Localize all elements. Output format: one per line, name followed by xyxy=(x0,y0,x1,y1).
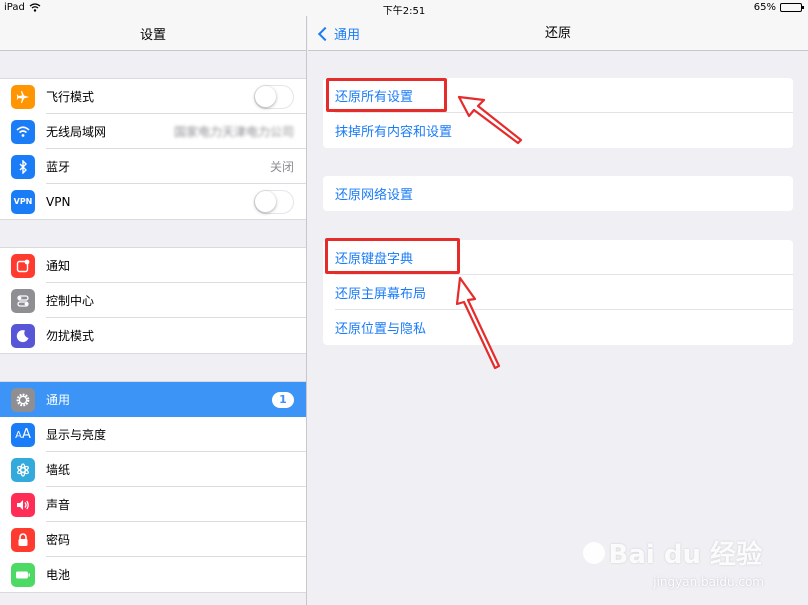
reset-option-label: 抹掉所有内容和设置 xyxy=(335,125,453,140)
sidebar-item-notification[interactable]: 通知 xyxy=(0,248,306,283)
toggle-switch[interactable] xyxy=(254,189,294,214)
sidebar-item-label: 墙纸 xyxy=(46,463,71,477)
control-center-icon xyxy=(11,288,35,313)
sidebar-item-moon[interactable]: 勿扰模式 xyxy=(0,318,306,353)
nav-bar: 通用 还原 xyxy=(308,16,808,51)
battery-percent: 65% xyxy=(753,2,776,13)
reset-option[interactable]: 抹掉所有内容和设置 xyxy=(323,113,793,148)
sidebar-item-label: 通用 xyxy=(46,393,71,407)
sidebar-item-label: 显示与亮度 xyxy=(46,428,107,442)
highlight-reset-all-settings xyxy=(326,78,447,112)
sidebar-item-value: 国家电力天津电力公司 xyxy=(173,125,294,139)
sidebar-item-label: 通知 xyxy=(46,259,71,273)
sidebar-item-label: 蓝牙 xyxy=(46,160,71,174)
paw-icon xyxy=(582,541,605,564)
battery-status-icon xyxy=(780,3,804,12)
sidebar-item-wallpaper[interactable]: 墙纸 xyxy=(0,452,306,487)
reset-option-label: 还原网络设置 xyxy=(335,188,414,203)
moon-icon xyxy=(11,323,35,348)
bluetooth-icon xyxy=(11,154,35,179)
watermark-site: jingyan.baidu.com xyxy=(653,575,764,589)
sidebar-item-label: 无线局域网 xyxy=(46,125,107,139)
sidebar-item-control-center[interactable]: 控制中心 xyxy=(0,283,306,318)
settings-sidebar: 设置 飞行模式无线局域网 国家电力天津电力公司蓝牙 关闭 VPN VPN 通知控制中心勿扰… xyxy=(0,16,307,605)
wifi-icon xyxy=(11,119,35,144)
page-title: 还原 xyxy=(544,26,571,41)
gear-icon xyxy=(11,387,35,412)
toggle-switch[interactable] xyxy=(254,84,294,109)
highlight-reset-keyboard-dictionary xyxy=(325,238,460,274)
sidebar-item-label: 飞行模式 xyxy=(46,90,95,104)
sidebar-item-label: 声音 xyxy=(46,498,71,512)
update-badge: 1 xyxy=(272,391,294,408)
sidebar-group: 通知控制中心勿扰模式 xyxy=(0,247,306,354)
airplane-icon xyxy=(11,84,35,109)
status-bar: iPad 下午2:51 65% xyxy=(0,0,808,17)
sidebar-item-label: VPN xyxy=(46,194,71,209)
reset-option-label: 还原位置与隐私 xyxy=(335,322,427,337)
toggle-knob xyxy=(255,190,276,212)
sidebar-item-value: 关闭 xyxy=(269,160,294,174)
sidebar-item-vpn[interactable]: VPN VPN xyxy=(0,184,306,219)
status-time: 下午2:51 xyxy=(382,6,426,17)
reset-option-label: 还原主屏幕布局 xyxy=(335,287,427,302)
sidebar-item-label: 电池 xyxy=(46,568,71,582)
sidebar-item-speaker[interactable]: 声音 xyxy=(0,487,306,522)
sidebar-item-label: 密码 xyxy=(46,533,71,547)
lock-icon xyxy=(11,527,35,552)
sidebar-item-airplane[interactable]: 飞行模式 xyxy=(0,79,306,114)
sidebar-item-gear[interactable]: 通用 1 xyxy=(0,382,306,417)
sidebar-item-label: 控制中心 xyxy=(46,294,95,308)
reset-option[interactable]: 还原主屏幕布局 xyxy=(323,275,793,310)
sidebar-group: 通用 1 AA 显示与亮度墙纸声音密码电池 xyxy=(0,381,306,593)
sidebar-item-battery[interactable]: 电池 xyxy=(0,557,306,592)
sidebar-item-lock[interactable]: 密码 xyxy=(0,522,306,557)
vpn-icon: VPN xyxy=(11,189,35,214)
sidebar-title: 设置 xyxy=(0,16,306,51)
sidebar-item-bluetooth[interactable]: 蓝牙 关闭 xyxy=(0,149,306,184)
watermark-brand: Bai du 经验 xyxy=(608,540,763,570)
battery-icon xyxy=(11,562,35,587)
wallpaper-icon xyxy=(11,457,35,482)
speaker-icon xyxy=(11,492,35,517)
reset-group: 还原网络设置 xyxy=(323,176,793,211)
sidebar-item-brightness[interactable]: AA 显示与亮度 xyxy=(0,417,306,452)
reset-option[interactable]: 还原网络设置 xyxy=(323,176,793,211)
watermark-logo: Bai du 经验 xyxy=(582,534,763,571)
notification-icon xyxy=(11,253,35,278)
toggle-knob xyxy=(255,85,276,107)
brightness-icon: AA xyxy=(11,422,35,447)
sidebar-item-wifi[interactable]: 无线局域网 国家电力天津电力公司 xyxy=(0,114,306,149)
sidebar-group: 飞行模式无线局域网 国家电力天津电力公司蓝牙 关闭 VPN VPN xyxy=(0,78,306,220)
sidebar-item-label: 勿扰模式 xyxy=(46,329,95,343)
sidebar-groups: 飞行模式 无线局域网 国家电力天津电力公司 蓝牙 关闭 VPN VPN 通知 控制中心 勿扰模式通… xyxy=(0,51,306,593)
reset-option[interactable]: 还原位置与隐私 xyxy=(323,310,793,345)
